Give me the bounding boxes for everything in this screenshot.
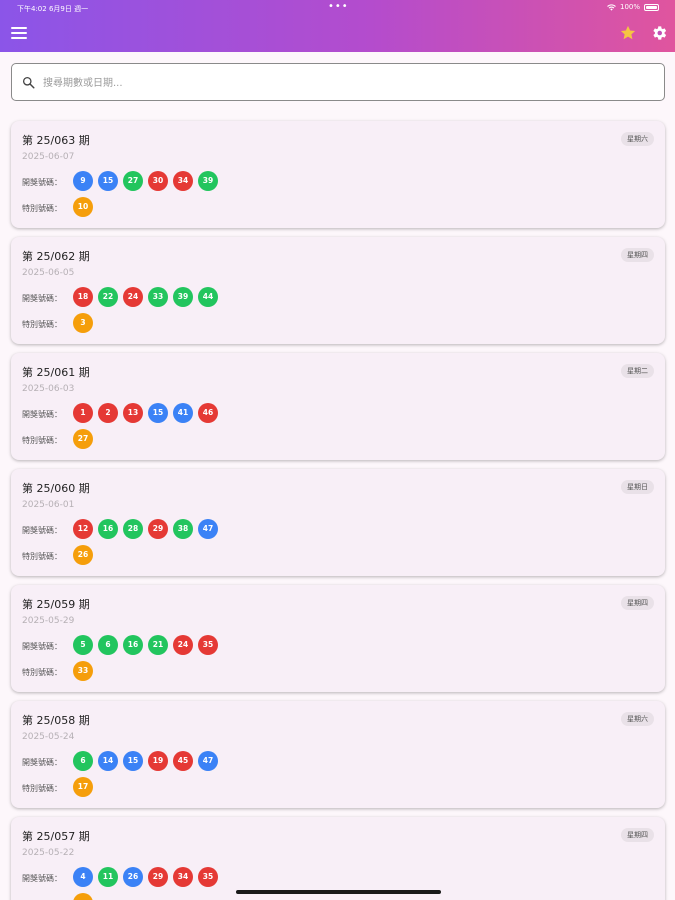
special-number-label: 特別號碼： xyxy=(22,784,62,793)
number-ball: 45 xyxy=(173,751,193,771)
weekday-badge: 星期六 xyxy=(621,132,654,146)
number-ball: 11 xyxy=(98,867,118,887)
number-ball: 24 xyxy=(123,287,143,307)
main-numbers-label: 開獎號碼： xyxy=(22,874,62,883)
special-number-ball xyxy=(73,893,93,900)
number-ball: 27 xyxy=(123,171,143,191)
draw-date: 2025-05-29 xyxy=(22,616,75,626)
draw-card[interactable]: 第 25/057 期2025-05-22星期四開獎號碼：41126293435特… xyxy=(11,817,665,900)
home-indicator[interactable] xyxy=(236,890,441,894)
number-ball: 44 xyxy=(198,287,218,307)
draw-card[interactable]: 第 25/058 期 2025-05-24 星期六開獎號碼： 6 14 15 19 45 47 特… xyxy=(11,701,665,808)
number-ball: 16 xyxy=(123,635,143,655)
number-ball: 9 xyxy=(73,171,93,191)
weekday-badge: 星期四 xyxy=(621,828,654,842)
weekday-badge: 星期日 xyxy=(621,480,654,494)
special-number-ball: 33 xyxy=(73,661,93,681)
draw-card[interactable]: 第 25/061 期 2025-06-03 星期二開獎號碼： 1 2 13 15 41 46 特別… xyxy=(11,353,665,460)
special-number-ball: 27 xyxy=(73,429,93,449)
number-ball: 38 xyxy=(173,519,193,539)
weekday-badge: 星期四 xyxy=(621,248,654,262)
special-number-label: 特別號碼： xyxy=(22,204,62,213)
draw-date: 2025-05-24 xyxy=(22,732,75,742)
number-ball: 41 xyxy=(173,403,193,423)
number-ball: 15 xyxy=(98,171,118,191)
weekday-badge: 星期四 xyxy=(621,596,654,610)
special-number-label: 特別號碼： xyxy=(22,320,62,329)
draw-date: 2025-06-05 xyxy=(22,268,75,278)
weekday-badge: 星期六 xyxy=(621,712,654,726)
number-ball: 13 xyxy=(123,403,143,423)
number-ball: 6 xyxy=(73,751,93,771)
main-numbers-label: 開獎號碼： xyxy=(22,526,62,535)
number-ball: 33 xyxy=(148,287,168,307)
number-ball: 15 xyxy=(148,403,168,423)
special-number-label: 特別號碼： xyxy=(22,436,62,445)
number-ball: 19 xyxy=(148,751,168,771)
number-ball: 18 xyxy=(73,287,93,307)
draw-date: 2025-06-01 xyxy=(22,500,75,510)
number-ball: 12 xyxy=(73,519,93,539)
number-ball: 35 xyxy=(198,867,218,887)
number-ball: 28 xyxy=(123,519,143,539)
draw-title: 第 25/057 期 xyxy=(22,830,90,843)
number-ball: 30 xyxy=(148,171,168,191)
draw-title: 第 25/063 期 xyxy=(22,134,90,147)
number-ball: 14 xyxy=(98,751,118,771)
draw-date: 2025-06-07 xyxy=(22,152,75,162)
number-ball: 2 xyxy=(98,403,118,423)
special-number-ball: 17 xyxy=(73,777,93,797)
draw-card[interactable]: 第 25/060 期 2025-06-01 星期日開獎號碼： 12 16 28 29 38 47… xyxy=(11,469,665,576)
draw-date: 2025-05-22 xyxy=(22,848,75,858)
special-number-label: 特別號碼： xyxy=(22,668,62,677)
number-ball: 5 xyxy=(73,635,93,655)
number-ball: 6 xyxy=(98,635,118,655)
weekday-badge: 星期二 xyxy=(621,364,654,378)
draw-title: 第 25/060 期 xyxy=(22,482,90,495)
number-ball: 21 xyxy=(148,635,168,655)
number-ball: 4 xyxy=(73,867,93,887)
main-numbers-label: 開獎號碼： xyxy=(22,294,62,303)
number-ball: 34 xyxy=(173,867,193,887)
draw-title: 第 25/061 期 xyxy=(22,366,90,379)
main-numbers-label: 開獎號碼： xyxy=(22,758,62,767)
draw-results-list: 第 25/063 期 2025-06-07 星期六 開獎號碼： 9 15 27 30 34 39 特… xyxy=(0,0,675,900)
number-ball: 39 xyxy=(173,287,193,307)
number-ball: 46 xyxy=(198,403,218,423)
draw-date: 2025-06-03 xyxy=(22,384,75,394)
number-ball: 47 xyxy=(198,519,218,539)
special-number-ball: 26 xyxy=(73,545,93,565)
number-ball: 29 xyxy=(148,519,168,539)
number-ball: 24 xyxy=(173,635,193,655)
draw-title: 第 25/058 期 xyxy=(22,714,90,727)
number-ball: 29 xyxy=(148,867,168,887)
main-numbers-label: 開獎號碼： xyxy=(22,642,62,651)
draw-title: 第 25/059 期 xyxy=(22,598,90,611)
special-number-ball: 10 xyxy=(73,197,93,217)
draw-card[interactable]: 第 25/062 期 2025-06-05 星期四開獎號碼： 18 22 24 33 39 44… xyxy=(11,237,665,344)
number-ball: 39 xyxy=(198,171,218,191)
draw-card[interactable]: 第 25/059 期 2025-05-29 星期四開獎號碼： 5 6 16 21 24 35 特別… xyxy=(11,585,665,692)
number-ball: 22 xyxy=(98,287,118,307)
number-ball: 26 xyxy=(123,867,143,887)
number-ball: 34 xyxy=(173,171,193,191)
special-number-label: 特別號碼： xyxy=(22,552,62,561)
number-ball: 15 xyxy=(123,751,143,771)
draw-title: 第 25/062 期 xyxy=(22,250,90,263)
draw-card[interactable]: 第 25/063 期 2025-06-07 星期六開獎號碼： 9 15 27 30 34 39 特… xyxy=(11,121,665,228)
number-ball: 47 xyxy=(198,751,218,771)
number-ball: 35 xyxy=(198,635,218,655)
main-numbers-label: 開獎號碼： xyxy=(22,410,62,419)
number-ball: 16 xyxy=(98,519,118,539)
main-numbers-label: 開獎號碼： xyxy=(22,178,62,187)
special-number-ball: 3 xyxy=(73,313,93,333)
number-ball: 1 xyxy=(73,403,93,423)
